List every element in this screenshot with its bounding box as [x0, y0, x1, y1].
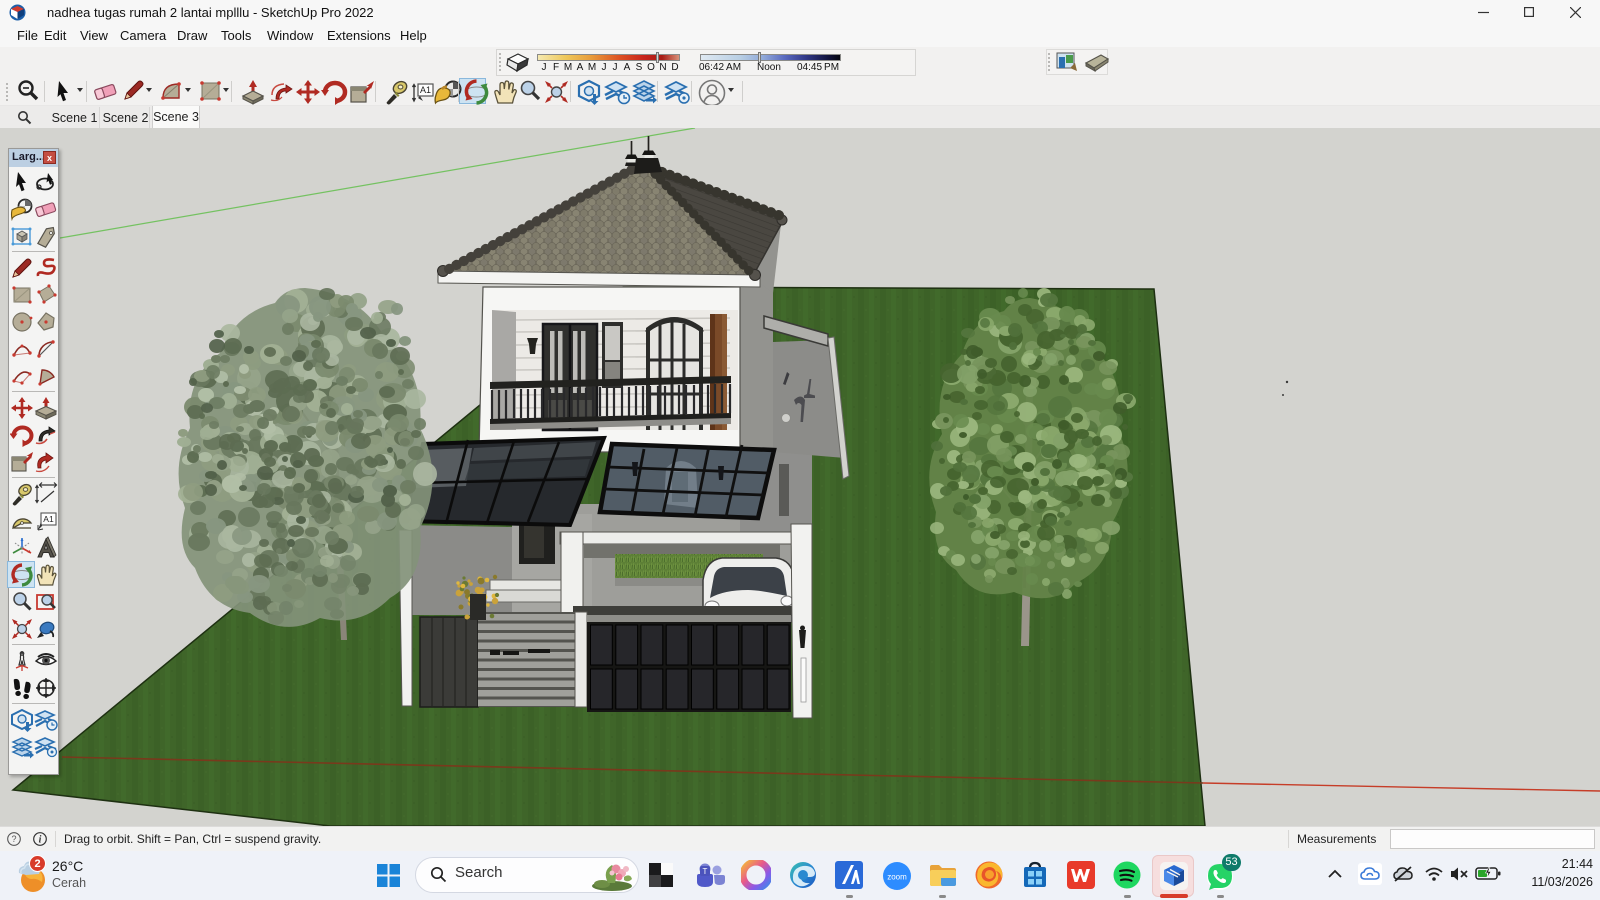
- svg-text:T: T: [703, 867, 708, 876]
- svg-text:?: ?: [11, 834, 16, 844]
- svg-text:zoom: zoom: [887, 873, 907, 882]
- svg-text:A1: A1: [43, 514, 54, 524]
- svg-text:i: i: [39, 835, 42, 846]
- svg-text:A1: A1: [420, 85, 431, 95]
